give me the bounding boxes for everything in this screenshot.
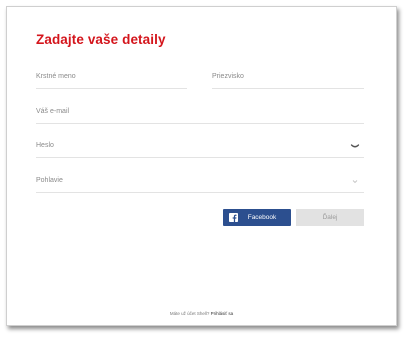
next-button[interactable]: Ďalej (296, 209, 364, 226)
last-name-field[interactable]: Priezvisko (212, 71, 364, 89)
footer: Máte už účet Shell? Prihlásiť sa (7, 311, 396, 316)
login-link[interactable]: Prihlásiť sa (211, 311, 233, 316)
last-name-label: Priezvisko (212, 73, 244, 80)
gender-select[interactable]: Pohlavie (36, 175, 364, 193)
registration-card: Zadajte vaše detaily Krstné meno Priezvi… (6, 6, 397, 326)
first-name-label: Krstné meno (36, 73, 76, 80)
password-field[interactable]: Heslo (36, 140, 364, 158)
next-button-label: Ďalej (322, 214, 338, 221)
footer-text: Máte už účet Shell? (169, 311, 210, 316)
facebook-button-label: Facebook (247, 214, 277, 221)
facebook-button[interactable]: Facebook (223, 209, 291, 226)
facebook-icon (229, 213, 238, 222)
gender-label: Pohlavie (36, 177, 63, 184)
first-name-field[interactable]: Krstné meno (36, 71, 187, 89)
eye-closed-icon[interactable] (350, 141, 360, 151)
email-field[interactable]: Váš e-mail (36, 106, 364, 124)
chevron-down-icon (352, 180, 358, 184)
email-label: Váš e-mail (36, 108, 70, 115)
password-label: Heslo (36, 142, 54, 149)
page-title: Zadajte vaše detaily (36, 32, 166, 47)
